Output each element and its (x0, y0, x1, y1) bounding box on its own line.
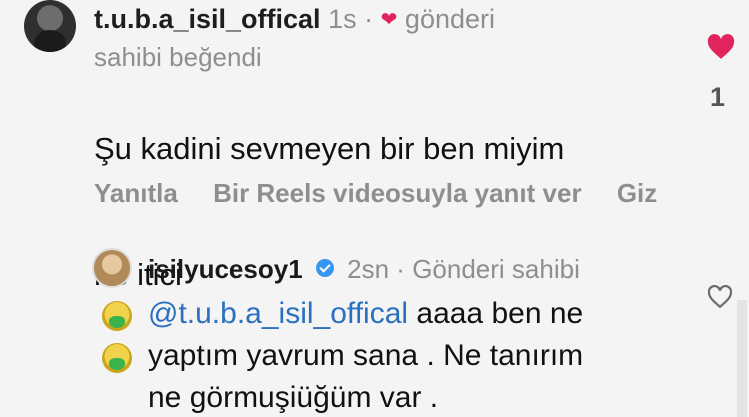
heart-filled-icon[interactable] (706, 34, 736, 60)
author-liked-label: gönderi (404, 4, 495, 34)
reels-reply-button[interactable]: Bir Reels videosuyla yanıt ver (213, 178, 582, 208)
reply-header: isilyucesoy1 2sn · Gönderi sahibi (148, 254, 580, 284)
comment-username[interactable]: t.u.b.a_isil_offical (94, 4, 321, 34)
meta-separator: · (364, 4, 374, 34)
heart-outline-icon[interactable] (706, 285, 734, 309)
comment-header: t.u.b.a_isil_offical 1s · ❤ gönderi (94, 3, 495, 36)
like-count[interactable]: 1 (710, 82, 725, 113)
reply-button[interactable]: Yanıtla (94, 178, 178, 208)
author-liked-label-cont: sahibi beğendi (94, 42, 262, 72)
reply-text-line3: ne görmuşiüğüm var . (148, 381, 439, 414)
reply-username[interactable]: isilyucesoy1 (148, 254, 303, 284)
comment-actions: Yanıtla Bir Reels videosuyla yanıt ver G… (94, 178, 685, 209)
comment-thread: t.u.b.a_isil_offical 1s · ❤ gönderi sahi… (0, 0, 749, 417)
vomit-emoji-icon (102, 301, 132, 331)
comment-text-line1: Şu kadini sevmeyen bir ben miyim (94, 131, 565, 166)
verified-badge-icon (315, 259, 334, 277)
author-badge: Gönderi sahibi (412, 254, 580, 284)
reply-text-line2: yaptım yavrum sana . Ne tanırım (148, 339, 584, 372)
reply-avatar[interactable] (92, 248, 132, 288)
reply-time: 2sn (347, 254, 390, 284)
heart-small-icon: ❤ (380, 9, 398, 31)
avatar[interactable] (24, 0, 76, 52)
vomit-emoji-icon (102, 343, 132, 373)
mention-link[interactable]: @t.u.b.a_isil_offical (148, 297, 408, 330)
reply-text-part1: aaaa ben ne (408, 297, 584, 330)
meta-separator: · (396, 254, 405, 284)
reply-text-line1-row: @t.u.b.a_isil_offical aaaa ben ne (148, 293, 708, 335)
reply-text: @t.u.b.a_isil_offical aaaa ben ne yaptım… (148, 293, 708, 417)
hide-button[interactable]: Giz (617, 178, 657, 208)
scrollbar[interactable] (737, 300, 747, 417)
comment-time: 1s (328, 4, 357, 34)
